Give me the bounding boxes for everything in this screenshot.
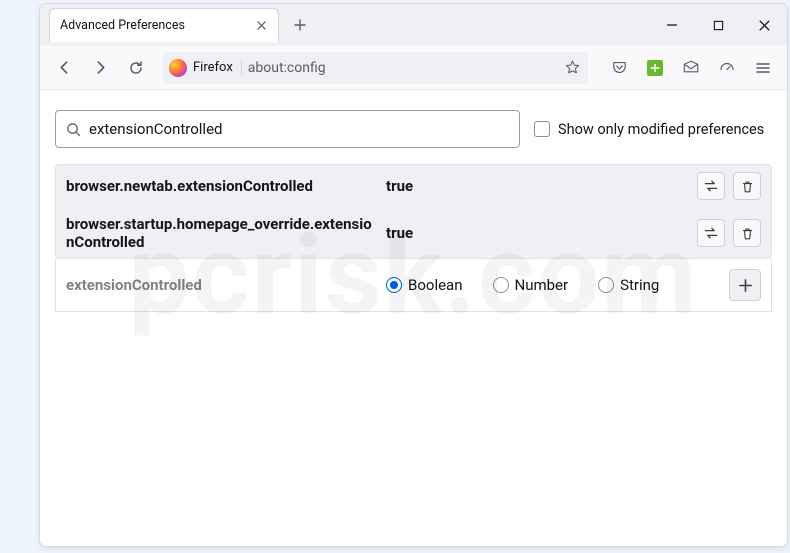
navigation-toolbar: Firefox	[40, 46, 787, 90]
checkbox-icon	[534, 121, 550, 137]
pref-name: browser.newtab.extensionControlled	[66, 177, 386, 195]
radio-label: Number	[515, 276, 569, 294]
close-window-button[interactable]	[741, 4, 787, 46]
back-button[interactable]	[49, 53, 79, 83]
radio-label: Boolean	[408, 276, 463, 294]
pref-value: true	[386, 177, 697, 195]
search-row: Show only modified preferences	[55, 110, 772, 148]
radio-label: String	[620, 276, 659, 294]
new-pref-name: extensionControlled	[66, 276, 386, 294]
row-actions	[697, 172, 761, 200]
radio-icon	[386, 277, 402, 293]
row-actions	[697, 219, 761, 247]
identity-label: Firefox	[193, 60, 242, 75]
add-pref-row: extensionControlled Boolean Number Strin…	[55, 259, 772, 312]
toolbar-icons	[604, 53, 778, 83]
pref-row[interactable]: browser.newtab.extensionControlled true	[56, 165, 771, 208]
new-tab-button[interactable]	[287, 12, 313, 38]
search-input[interactable]	[89, 120, 509, 138]
forward-button[interactable]	[85, 53, 115, 83]
browser-window: Advanced Preferences	[39, 3, 788, 547]
pref-value: true	[386, 224, 697, 242]
radio-icon	[598, 277, 614, 293]
maximize-button[interactable]	[695, 4, 741, 46]
type-radios: Boolean Number String	[386, 276, 729, 294]
checkbox-label: Show only modified preferences	[558, 121, 764, 138]
url-bar[interactable]: Firefox	[163, 52, 588, 84]
radio-string[interactable]: String	[598, 276, 659, 294]
window-controls	[649, 4, 787, 46]
delete-button[interactable]	[733, 219, 761, 247]
url-input[interactable]	[248, 60, 558, 76]
pref-name: browser.startup.homepage_override.extens…	[66, 215, 386, 251]
dashboard-icon[interactable]	[712, 53, 742, 83]
radio-number[interactable]: Number	[493, 276, 569, 294]
search-icon	[66, 122, 81, 137]
radio-boolean[interactable]: Boolean	[386, 276, 463, 294]
mail-icon[interactable]	[676, 53, 706, 83]
toggle-button[interactable]	[697, 219, 725, 247]
bookmark-star-icon[interactable]	[564, 59, 582, 77]
titlebar: Advanced Preferences	[40, 4, 787, 46]
about-config-content: Show only modified preferences browser.n…	[40, 90, 787, 312]
extension-icon[interactable]	[640, 53, 670, 83]
pref-row[interactable]: browser.startup.homepage_override.extens…	[56, 208, 771, 258]
tab-active[interactable]: Advanced Preferences	[49, 8, 279, 42]
toggle-button[interactable]	[697, 172, 725, 200]
tab-title: Advanced Preferences	[60, 18, 246, 33]
radio-icon	[493, 277, 509, 293]
delete-button[interactable]	[733, 172, 761, 200]
add-button[interactable]	[729, 269, 761, 301]
reload-button[interactable]	[121, 53, 151, 83]
show-only-modified-checkbox[interactable]: Show only modified preferences	[534, 121, 764, 138]
close-tab-icon[interactable]	[254, 19, 268, 33]
preferences-list: browser.newtab.extensionControlled true …	[55, 164, 772, 259]
pocket-icon[interactable]	[604, 53, 634, 83]
minimize-button[interactable]	[649, 4, 695, 46]
search-box[interactable]	[55, 110, 520, 148]
firefox-icon	[169, 59, 187, 77]
menu-button[interactable]	[748, 53, 778, 83]
